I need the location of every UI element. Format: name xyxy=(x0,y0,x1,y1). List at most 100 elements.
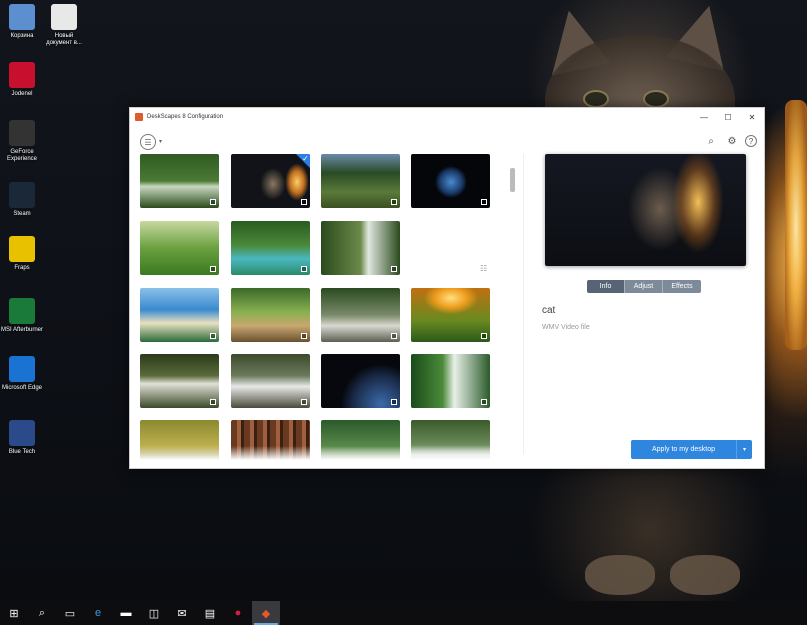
wallpaper-thumbnail[interactable] xyxy=(411,354,490,408)
preview-image xyxy=(545,154,746,266)
video-badge-icon xyxy=(301,266,307,272)
edge-icon[interactable]: e xyxy=(84,601,112,625)
steam-icon xyxy=(9,182,35,208)
apply-to-desktop-button[interactable]: Apply to my desktop xyxy=(631,440,737,459)
recycle-bin-icon xyxy=(9,4,35,30)
task-view-icon[interactable]: ▭ xyxy=(56,601,84,625)
wallpaper-lamp xyxy=(785,100,807,350)
text-document-icon xyxy=(51,4,77,30)
video-badge-icon xyxy=(210,199,216,205)
gallery-fade xyxy=(140,446,500,460)
close-button[interactable]: ✕ xyxy=(740,108,764,126)
gear-icon[interactable]: ⚙ xyxy=(726,135,738,147)
wallpaper-thumbnail[interactable] xyxy=(231,354,310,408)
wallpaper-type: WMV Video file xyxy=(542,324,590,331)
video-badge-icon xyxy=(210,333,216,339)
wallpaper-thumbnail[interactable] xyxy=(321,221,400,275)
desktop-icon-label: Fraps xyxy=(14,265,30,271)
windows-start-icon[interactable]: ⊞ xyxy=(0,601,28,625)
file-explorer-icon[interactable]: ▬ xyxy=(112,601,140,625)
menu-icon[interactable]: ☰ xyxy=(140,134,156,150)
app-window-icon[interactable]: ▤ xyxy=(196,601,224,625)
tab-effects[interactable]: Effects xyxy=(663,280,701,293)
search-icon[interactable]: ⌕ xyxy=(705,135,717,147)
desktop-icon-label: Microsoft Edge xyxy=(1,385,43,391)
desktop-icon-label: Новый документ в... xyxy=(46,33,82,46)
blue-tech-icon xyxy=(9,420,35,446)
mail-icon[interactable]: ✉ xyxy=(168,601,196,625)
gallery-scrollbar[interactable] xyxy=(510,168,515,192)
video-badge-icon xyxy=(210,266,216,272)
video-badge-icon xyxy=(391,266,397,272)
desktop-icon[interactable]: Fraps xyxy=(0,236,44,272)
video-badge-icon xyxy=(391,399,397,405)
search-icon[interactable]: ⌕ xyxy=(28,601,56,625)
wallpaper-thumbnail[interactable] xyxy=(321,154,400,208)
wallpaper-thumbnail[interactable] xyxy=(321,354,400,408)
wallpaper-gallery: ✓ xyxy=(140,154,500,460)
deskscapes-window: DeskScapes 8 Configuration — ☐ ✕ ☰ ▾ ⌕ ⚙… xyxy=(129,107,765,469)
fraps-icon xyxy=(9,236,35,262)
toolbar: ☰ ▾ ⌕ ⚙ ? xyxy=(130,130,766,152)
desktop-icon[interactable]: Steam xyxy=(0,182,44,218)
wallpaper-thumbnail[interactable] xyxy=(411,154,490,208)
video-badge-icon xyxy=(391,199,397,205)
wallpaper-cat-eye xyxy=(583,90,609,108)
desktop-icon[interactable]: Корзина xyxy=(0,4,44,40)
chevron-down-icon[interactable]: ▾ xyxy=(159,138,162,145)
wallpaper-thumbnail[interactable] xyxy=(140,154,219,208)
video-badge-icon xyxy=(481,399,487,405)
deskscapes-app-icon xyxy=(135,113,143,121)
help-icon[interactable]: ? xyxy=(745,135,757,147)
desktop-icon-label: Корзина xyxy=(10,33,34,39)
apply-dropdown-button[interactable]: ▾ xyxy=(737,440,752,459)
desktop-icon[interactable]: Новый документ в... xyxy=(42,4,86,47)
geforce-icon xyxy=(9,120,35,146)
desktop-icon[interactable]: Jodenel xyxy=(0,62,44,98)
tab-adjust[interactable]: Adjust xyxy=(625,280,663,293)
deskscapes-icon[interactable]: ◆ xyxy=(252,601,280,625)
desktop-icon-label: Jodenel xyxy=(11,91,33,97)
tab-info[interactable]: Info xyxy=(587,280,625,293)
red-circle-app-icon xyxy=(9,62,35,88)
apply-button-group: Apply to my desktop ▾ xyxy=(631,440,752,459)
video-badge-icon xyxy=(481,333,487,339)
desktop-icon-label: Steam xyxy=(13,211,31,217)
details-tabs: Info Adjust Effects xyxy=(587,280,701,293)
desktop-icon[interactable]: GeForce Experience xyxy=(0,120,44,163)
wallpaper-thumbnail[interactable] xyxy=(231,288,310,342)
store-icon[interactable]: ◫ xyxy=(140,601,168,625)
taskbar: ⊞ ⌕ ▭ e ▬ ◫ ✉ ▤ ● ◆ xyxy=(0,601,807,625)
wallpaper-thumbnail[interactable] xyxy=(411,288,490,342)
window-title: DeskScapes 8 Configuration xyxy=(147,114,224,120)
title-bar[interactable]: DeskScapes 8 Configuration — ☐ ✕ xyxy=(130,108,764,126)
video-badge-icon xyxy=(391,333,397,339)
wallpaper-thumbnail[interactable] xyxy=(140,288,219,342)
wallpaper-thumbnail[interactable] xyxy=(140,354,219,408)
wallpaper-thumbnail[interactable] xyxy=(321,288,400,342)
desktop-icon-label: Blue Tech xyxy=(8,449,36,455)
wallpaper-thumbnail[interactable] xyxy=(231,221,310,275)
red-app-icon[interactable]: ● xyxy=(224,601,252,625)
wallpaper-cat-paw xyxy=(585,555,655,595)
desktop-icon[interactable]: Blue Tech xyxy=(0,420,44,456)
desktop-icon-label: MSI Afterburner xyxy=(0,327,44,333)
maximize-button[interactable]: ☐ xyxy=(716,108,740,126)
video-badge-icon xyxy=(301,333,307,339)
video-badge-icon xyxy=(210,399,216,405)
video-badge-icon xyxy=(301,199,307,205)
list-view-icon[interactable]: ☷ xyxy=(480,264,487,273)
desktop-icon-label: GeForce Experience xyxy=(6,149,38,162)
video-badge-icon xyxy=(481,199,487,205)
video-badge-icon xyxy=(301,399,307,405)
wallpaper-thumbnail[interactable]: ✓ xyxy=(231,154,310,208)
desktop-icon[interactable]: Microsoft Edge xyxy=(0,356,44,392)
pane-divider xyxy=(523,154,524,454)
wallpaper-thumbnail[interactable] xyxy=(140,221,219,275)
minimize-button[interactable]: — xyxy=(692,108,716,126)
wallpaper-cat-eye xyxy=(643,90,669,108)
checkmark-icon: ✓ xyxy=(296,154,310,168)
desktop-icon[interactable]: MSI Afterburner xyxy=(0,298,44,334)
edge-icon xyxy=(9,356,35,382)
msi-afterburner-icon xyxy=(9,298,35,324)
